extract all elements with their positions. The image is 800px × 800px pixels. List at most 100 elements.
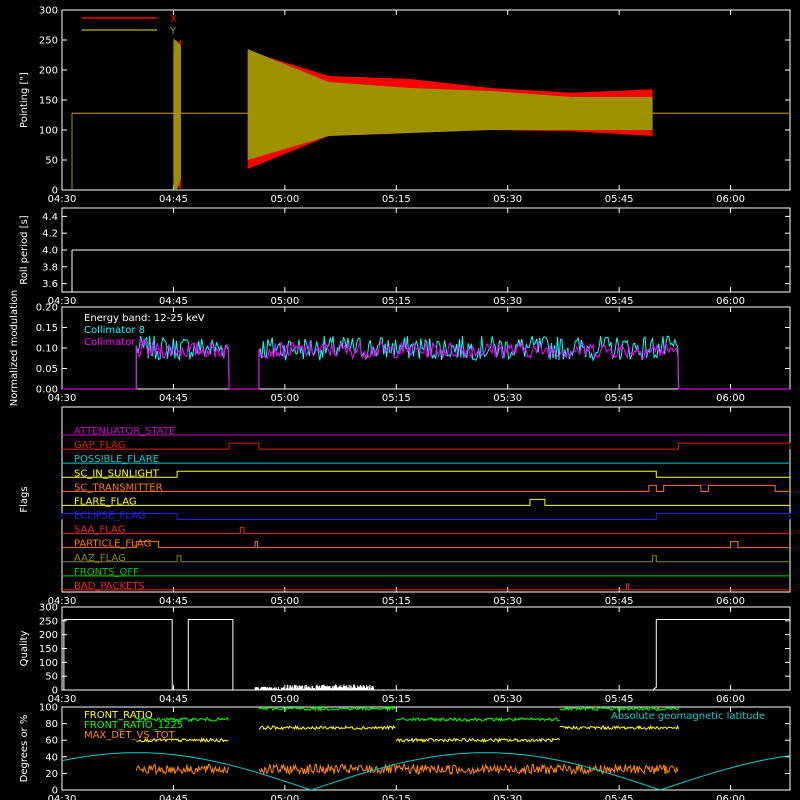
x-tick-label: 06:00 — [716, 596, 745, 607]
flag-attenuator-state: ATTENUATOR_STATE — [62, 426, 790, 437]
y-tick-label: 0 — [52, 686, 58, 697]
ratio-line — [136, 724, 680, 744]
x-tick-label: 05:15 — [382, 194, 411, 205]
y-tick-label: 100 — [39, 703, 58, 714]
y-axis-label: Quality — [19, 631, 30, 667]
y-tick-label: 50 — [45, 672, 58, 683]
flag-fronts-off: FRONTS_OFF — [62, 567, 790, 578]
x-tick-label: 05:15 — [382, 794, 411, 800]
y-tick-label: 150 — [39, 96, 58, 107]
flag-gap-flag: GAP_FLAG — [62, 440, 791, 451]
x-tick-label: 04:45 — [159, 596, 188, 607]
legend-label: Collimator 8 — [84, 325, 145, 336]
y-axis-label: Pointing ["] — [19, 72, 30, 128]
y-tick-label: 40 — [45, 752, 58, 763]
x-tick-label: 05:30 — [493, 296, 522, 307]
energy-band-label: Energy band: 12-25 keV — [84, 313, 205, 324]
y-tick-label: 0.05 — [36, 364, 58, 375]
legend-label: X — [170, 14, 177, 25]
panel-2: 04:30 04:45 05:00 05:15 05:30 05:45 06:000.000… — [9, 290, 791, 407]
flag-aaz-flag: AAZ_FLAG — [62, 553, 790, 564]
flag-line — [61, 513, 791, 520]
x-tick-label: 05:30 — [493, 794, 522, 800]
x-tick-label: 05:00 — [270, 296, 299, 307]
y-tick-label: 0.15 — [36, 323, 58, 334]
series-front-ratio-1225 — [135, 705, 680, 723]
modulation-line — [62, 335, 790, 390]
y-tick-label: 50 — [45, 156, 58, 167]
y-tick-label: 80 — [45, 719, 58, 730]
panel-5: 04:30 04:45 05:00 05:15 05:30 05:45 06:0002040… — [19, 703, 791, 800]
y-tick-label: 250 — [39, 616, 58, 627]
x-tick-label: 05:00 — [270, 393, 299, 404]
x-tick-label: 04:45 — [159, 393, 188, 404]
flag-line — [62, 442, 791, 450]
x-tick-label: 04:45 — [159, 296, 188, 307]
panel-1: 04:30 04:45 05:00 05:15 05:30 05:45 06:003.63.… — [19, 207, 791, 307]
x-tick-label: 06:00 — [716, 694, 745, 705]
flag-line — [62, 470, 790, 478]
legend: XY — [82, 14, 177, 37]
flag-line — [62, 555, 790, 563]
y-axis-label: Flags — [19, 486, 30, 512]
y-tick-label: 100 — [39, 658, 58, 669]
y-tick-label: 300 — [39, 6, 58, 17]
legend-label: Y — [169, 26, 177, 37]
y-tick-label: 100 — [39, 126, 58, 137]
x-tick-label: 04:45 — [159, 794, 188, 800]
ratio-line — [135, 705, 680, 723]
panel-4: 04:30 04:45 05:00 05:15 05:30 05:45 06:0005010… — [19, 603, 791, 705]
x-tick-label: 05:30 — [493, 194, 522, 205]
panel-0: 04:30 04:45 05:00 05:15 05:30 05:45 06:0005010… — [19, 6, 791, 205]
x-tick-label: 06:00 — [716, 393, 745, 404]
y-tick-label: 200 — [39, 66, 58, 77]
flag-line — [62, 498, 790, 506]
flag-saa-flag: SAA_FLAG — [62, 525, 790, 536]
flag-flare-flag: FLARE_FLAG — [62, 496, 790, 507]
flag-particle-flag: PARTICLE_FLAG — [62, 539, 790, 550]
flag-line — [62, 541, 790, 549]
flag-line — [62, 583, 790, 591]
y-axis-label: Normalized modulation — [9, 290, 20, 407]
y-tick-label: 0.20 — [36, 303, 58, 314]
x-tick-label: 06:00 — [716, 296, 745, 307]
x-tick-label: 05:15 — [382, 393, 411, 404]
signal-envelope — [173, 38, 181, 190]
x-tick-label: 05:30 — [493, 596, 522, 607]
flag-sc-in-sunlight: SC_IN_SUNLIGHT — [62, 468, 790, 479]
x-tick-label: 05:45 — [605, 596, 634, 607]
x-tick-label: 05:00 — [270, 694, 299, 705]
x-tick-label: 05:00 — [270, 596, 299, 607]
y-tick-label: 0.10 — [36, 344, 58, 355]
x-tick-label: 06:00 — [716, 794, 745, 800]
series-front-ratio — [136, 724, 680, 744]
x-tick-label: 05:45 — [605, 694, 634, 705]
quality-line — [62, 619, 790, 691]
chart-figure: 04:30 04:45 05:00 05:15 05:30 05:45 06:0005010… — [9, 6, 791, 800]
x-tick-label: 05:15 — [382, 296, 411, 307]
x-tick-label: 05:45 — [605, 794, 634, 800]
flag-eclipse-flag: ECLIPSE_FLAG — [61, 511, 791, 522]
x-tick-label: 05:45 — [605, 393, 634, 404]
flag-possible-flare: POSSIBLE_FLARE — [62, 454, 790, 465]
y-tick-label: 3.6 — [42, 279, 58, 290]
quality-noise — [254, 684, 375, 690]
x-tick-label: 05:15 — [382, 694, 411, 705]
x-tick-label: 06:00 — [716, 194, 745, 205]
y-tick-label: 4.0 — [42, 246, 58, 257]
flag-line — [62, 484, 790, 492]
x-tick-label: 05:15 — [382, 596, 411, 607]
y-tick-label: 300 — [39, 603, 58, 614]
flag-label: ECLIPSE_FLAG — [74, 511, 145, 522]
y-tick-label: 200 — [39, 630, 58, 641]
x-tick-label: 05:30 — [493, 393, 522, 404]
x-tick-label: 05:45 — [605, 296, 634, 307]
x-tick-label: 05:00 — [270, 194, 299, 205]
x-tick-label: 04:45 — [159, 694, 188, 705]
flag-bad-packets: BAD_PACKETS — [62, 581, 790, 592]
y-tick-label: 0.00 — [36, 385, 58, 396]
panel-3: 04:30 04:45 05:00 05:15 05:30 05:45 06:00Flags… — [19, 406, 791, 607]
y-axis-label: Degrees or % — [19, 715, 30, 783]
y-tick-label: 60 — [45, 736, 58, 747]
legend-label: Collimator 9 — [84, 337, 145, 348]
